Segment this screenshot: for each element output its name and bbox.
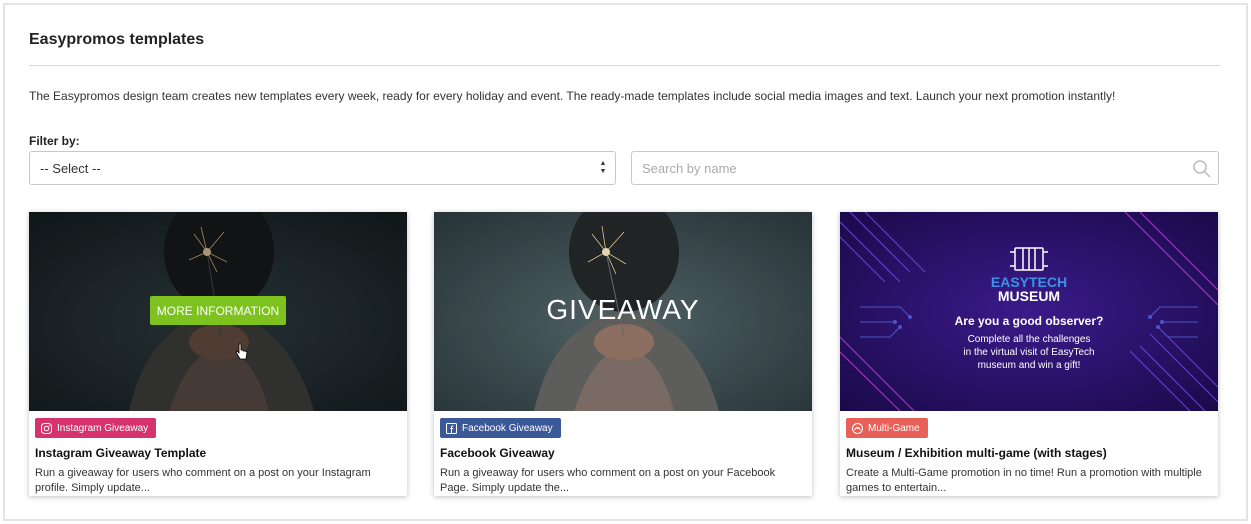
card-image-museum[interactable]: EASYTECH MUSEUM Are you a good observer?…	[840, 212, 1218, 411]
card-title[interactable]: Museum / Exhibition multi-game (with sta…	[846, 446, 1107, 460]
badge-label: Facebook Giveaway	[462, 422, 553, 434]
museum-line-3: museum and win a gift!	[977, 360, 1081, 371]
card-title[interactable]: Instagram Giveaway Template	[35, 446, 206, 460]
badge-facebook-giveaway: Facebook Giveaway	[440, 418, 561, 438]
museum-line-1: Complete all the challenges	[967, 334, 1091, 345]
search-icon[interactable]	[1192, 159, 1212, 179]
template-card-museum[interactable]: EASYTECH MUSEUM Are you a good observer?…	[840, 212, 1218, 496]
instagram-icon	[41, 422, 52, 434]
badge-multi-game: Multi-Game	[846, 418, 928, 438]
card-image-facebook[interactable]: GIVEAWAY	[434, 212, 812, 411]
badge-instagram-giveaway: Instagram Giveaway	[35, 418, 157, 438]
filter-select[interactable]: -- Select -- ▲ ▼	[29, 151, 616, 185]
card-description: Run a giveaway for users who comment on …	[35, 467, 371, 494]
card-description: Create a Multi-Game promotion in no time…	[846, 467, 1202, 494]
template-card-instagram[interactable]: MORE INFORMATION Instagram Giveaway Inst…	[29, 212, 407, 496]
museum-line-2: in the virtual visit of EasyTech	[963, 347, 1095, 358]
template-card-facebook[interactable]: GIVEAWAY Facebook Giveaway Facebook Give…	[434, 212, 812, 496]
more-information-button[interactable]: MORE INFORMATION	[150, 296, 286, 325]
templates-panel: Easypromos templates The Easypromos desi…	[3, 3, 1248, 521]
museum-question: Are you a good observer?	[954, 314, 1104, 328]
hand-cursor-icon	[235, 343, 248, 360]
museum-graphic	[840, 212, 1218, 411]
badge-label: Instagram Giveaway	[57, 422, 149, 434]
gamepad-icon	[852, 422, 863, 434]
panel-title: Easypromos templates	[29, 31, 205, 48]
intro-text: The Easypromos design team creates new t…	[29, 89, 1116, 103]
search-input[interactable]	[632, 152, 1172, 184]
badge-label: Multi-Game	[868, 422, 920, 434]
museum-brand-bottom: MUSEUM	[997, 288, 1061, 304]
facebook-icon	[446, 422, 457, 434]
card-title[interactable]: Facebook Giveaway	[440, 446, 555, 460]
card-description: Run a giveaway for users who comment on …	[440, 467, 776, 494]
divider	[29, 65, 1220, 66]
search-box[interactable]	[631, 151, 1219, 185]
giveaway-overlay-text: GIVEAWAY	[546, 294, 700, 325]
filter-select-value: -- Select --	[40, 161, 101, 176]
filter-label: Filter by:	[29, 134, 80, 148]
museum-logo-icon	[1010, 247, 1048, 271]
card-image-instagram[interactable]: MORE INFORMATION	[29, 212, 407, 411]
select-arrows-icon: ▲ ▼	[599, 160, 607, 175]
